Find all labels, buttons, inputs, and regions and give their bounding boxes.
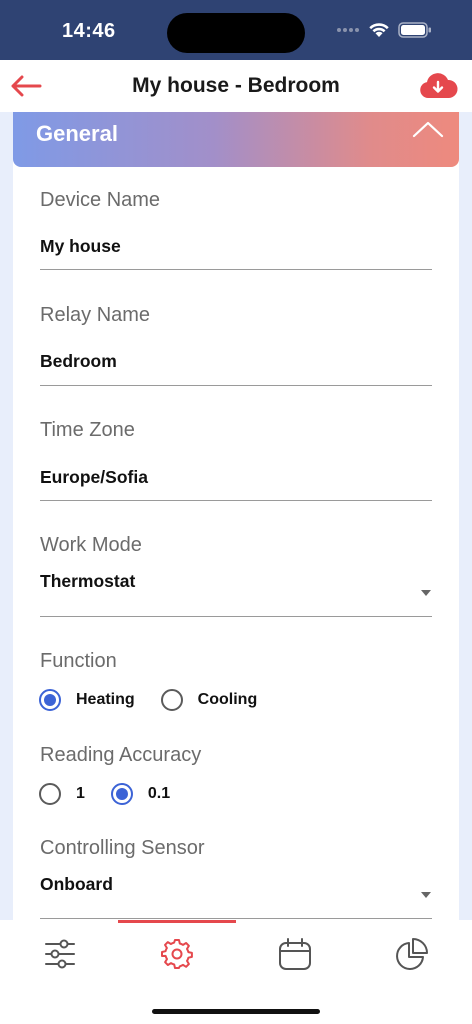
home-indicator[interactable] — [152, 1009, 320, 1014]
page-title: My house - Bedroom — [132, 74, 340, 97]
accuracy-option-0-1[interactable]: 0.1 — [110, 783, 171, 805]
pie-chart-icon — [396, 938, 428, 970]
radio-label: Heating — [76, 691, 135, 708]
section-title: General — [36, 121, 118, 146]
time-zone-label: Time Zone — [40, 419, 135, 441]
status-bar: 14:46 — [0, 0, 472, 60]
function-option-cooling[interactable]: Cooling — [160, 689, 258, 711]
time-zone-input[interactable]: Europe/Sofia — [40, 467, 148, 488]
active-tab-indicator — [118, 920, 236, 923]
work-mode-label: Work Mode — [40, 534, 142, 556]
work-mode-select[interactable]: Thermostat — [40, 571, 135, 592]
general-section-header[interactable]: General — [13, 112, 459, 167]
device-name-input[interactable]: My house — [40, 236, 121, 257]
function-option-heating[interactable]: Heating — [39, 689, 135, 711]
function-label: Function — [40, 650, 117, 672]
radio-label: 0.1 — [147, 785, 171, 802]
radio-unselected-icon[interactable] — [39, 783, 61, 805]
wifi-icon — [369, 23, 389, 37]
sliders-icon — [45, 939, 75, 969]
radio-selected-icon[interactable] — [39, 689, 61, 711]
nav-tab-controls[interactable] — [40, 934, 80, 974]
work-mode-underline — [40, 616, 432, 617]
device-name-underline — [40, 269, 432, 270]
nav-tab-statistics[interactable] — [392, 934, 432, 974]
settings-card: General Device Name My house Relay Name … — [13, 112, 459, 920]
controlling-sensor-label: Controlling Sensor — [40, 837, 205, 859]
collapse-button[interactable] — [411, 118, 445, 142]
radio-selected-icon[interactable] — [110, 783, 133, 805]
calendar-icon — [279, 938, 311, 970]
dynamic-island — [167, 13, 305, 53]
controlling-sensor-dropdown-icon[interactable] — [421, 892, 431, 898]
status-time: 14:46 — [62, 20, 116, 42]
radio-label: 1 — [76, 785, 85, 802]
relay-name-input[interactable]: Bedroom — [40, 351, 117, 372]
back-button[interactable] — [8, 70, 44, 102]
reading-accuracy-label: Reading Accuracy — [40, 744, 202, 766]
nav-tab-settings[interactable] — [157, 934, 197, 974]
top-app-bar: My house - Bedroom — [0, 60, 472, 112]
reading-accuracy-radio-group: 1 0.1 — [39, 783, 196, 805]
relay-name-underline — [40, 385, 432, 386]
accuracy-option-1[interactable]: 1 — [39, 783, 85, 805]
function-radio-group: Heating Cooling — [39, 689, 283, 711]
radio-label: Cooling — [197, 691, 258, 708]
nav-tab-schedule[interactable] — [275, 934, 315, 974]
chevron-up-icon — [412, 121, 444, 138]
controlling-sensor-select[interactable]: Onboard — [40, 874, 113, 895]
time-zone-underline — [40, 500, 432, 501]
work-mode-dropdown-icon[interactable] — [421, 590, 431, 596]
controlling-sensor-underline — [40, 918, 432, 919]
gear-icon — [161, 939, 193, 969]
cloud-download-icon — [420, 73, 458, 98]
relay-name-label: Relay Name — [40, 304, 151, 326]
status-icons — [336, 22, 432, 38]
battery-icon — [398, 22, 431, 38]
arrow-left-icon — [11, 75, 42, 97]
signal-icon — [337, 28, 359, 32]
device-name-label: Device Name — [40, 189, 161, 211]
radio-unselected-icon[interactable] — [160, 689, 183, 711]
cloud-download-button[interactable] — [418, 72, 458, 100]
